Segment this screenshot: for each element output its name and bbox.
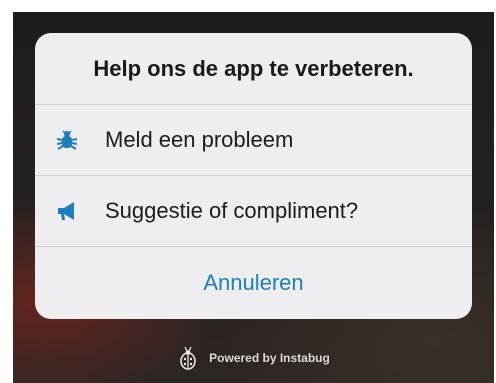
cancel-label: Annuleren xyxy=(203,269,304,295)
feedback-action-sheet: Help ons de app te verbeteren. Meld een … xyxy=(35,33,472,319)
powered-by-footer: Powered by Instabug xyxy=(13,345,494,371)
bug-icon xyxy=(55,128,79,152)
app-screen: Help ons de app te verbeteren. Meld een … xyxy=(13,12,494,383)
sheet-title: Help ons de app te verbeteren. xyxy=(35,33,472,105)
report-problem-button[interactable]: Meld een probleem xyxy=(35,105,472,176)
suggestion-label: Suggestie of compliment? xyxy=(105,198,359,223)
suggestion-button[interactable]: Suggestie of compliment? xyxy=(35,176,472,247)
ladybug-logo-icon xyxy=(177,345,199,371)
megaphone-icon xyxy=(55,199,79,223)
cancel-button[interactable]: Annuleren xyxy=(35,247,472,318)
powered-by-text: Powered by Instabug xyxy=(209,351,330,365)
report-problem-label: Meld een probleem xyxy=(105,127,294,152)
